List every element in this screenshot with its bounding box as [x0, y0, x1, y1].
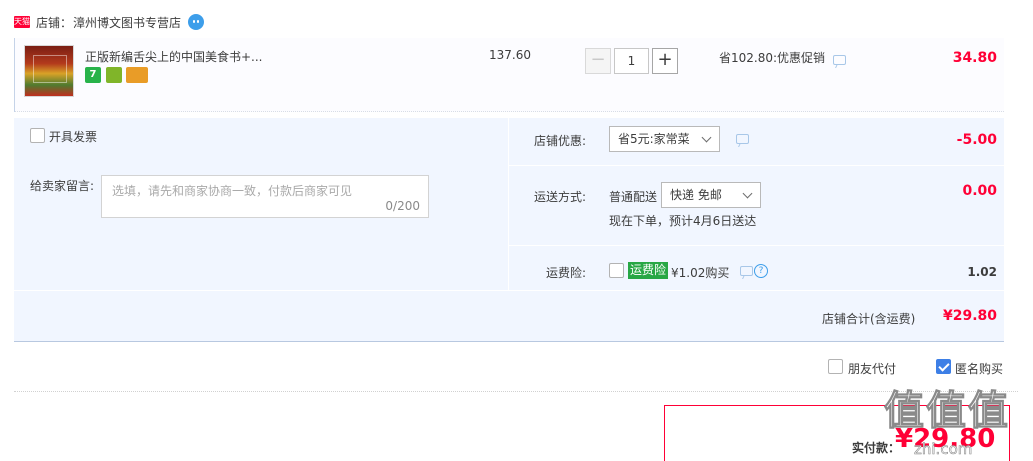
tmall-badge-icon: 天猫 — [14, 16, 30, 28]
product-image[interactable] — [24, 45, 74, 97]
shop-header: 天猫 店铺： 漳州博文图书专营店 — [14, 12, 205, 32]
delivery-eta: 现在下单，预计4月6日送达 — [609, 214, 757, 228]
delivery-type: 普通配送 — [609, 190, 658, 204]
options-row-divider — [14, 290, 1004, 291]
quantity-decrease-button[interactable]: − — [585, 48, 611, 74]
shop-subtotal-label: 店铺合计(含运费) — [822, 312, 916, 326]
promotion-comment-icon[interactable] — [833, 55, 846, 65]
anonymous-purchase-label[interactable]: 匿名购买 — [955, 360, 1003, 377]
delivery-method-label: 运送方式: — [534, 190, 587, 204]
item-total-price: 34.80 — [952, 50, 997, 66]
seller-message-label: 给卖家留言: — [30, 179, 95, 193]
message-char-counter: 0/200 — [385, 199, 420, 213]
discount-comment-icon[interactable] — [736, 134, 749, 144]
options-column-divider — [508, 118, 509, 290]
shop-discount-label: 店铺优惠: — [534, 134, 587, 148]
actual-payment-label: 实付款： — [852, 441, 901, 455]
credit-card-icon — [126, 67, 148, 83]
delivery-method-select[interactable]: 快递 免邮 — [661, 182, 761, 208]
options-row-divider — [508, 165, 1004, 166]
seven-day-return-icon: 7 — [85, 67, 101, 83]
quantity-increase-button[interactable]: + — [652, 48, 678, 74]
anonymous-purchase-checkbox[interactable] — [936, 359, 951, 374]
site-watermark: 值值值 — [884, 388, 1010, 435]
shield-icon — [106, 67, 122, 83]
friend-pay-checkbox[interactable] — [828, 359, 843, 374]
site-watermark-url: zhi.com — [914, 440, 973, 459]
product-title-link[interactable]: 正版新编舌尖上的中国美食书+... — [85, 48, 275, 65]
quantity-input[interactable] — [614, 48, 649, 74]
seller-message-placeholder: 选填，请先和商家协商一致，付款后商家可见 — [112, 184, 353, 198]
options-row-divider — [508, 245, 1004, 246]
section-divider — [14, 391, 1018, 392]
seller-message-input[interactable]: 选填，请先和商家协商一致，付款后商家可见 0/200 — [101, 175, 429, 218]
shop-label: 店铺： — [36, 15, 73, 30]
shop-name-link[interactable]: 漳州博文图书专营店 — [73, 14, 181, 31]
shipping-insurance-label: 运费险: — [546, 266, 587, 280]
invoice-label[interactable]: 开具发票 — [49, 128, 97, 145]
chat-seller-icon[interactable] — [188, 14, 205, 30]
unit-price: 137.60 — [489, 48, 531, 62]
shop-subtotal-amount: ¥29.80 — [942, 308, 997, 324]
shipping-insurance-amount: 1.02 — [967, 265, 997, 279]
insurance-comment-icon[interactable] — [740, 266, 753, 276]
item-row-border — [14, 38, 15, 112]
shop-discount-amount: -5.00 — [956, 132, 997, 148]
shipping-insurance-price: ¥1.02购买 — [671, 266, 730, 280]
delivery-fee: 0.00 — [962, 183, 997, 199]
shipping-insurance-checkbox[interactable] — [609, 263, 624, 278]
shipping-insurance-badge: 运费险 — [628, 262, 669, 279]
help-icon[interactable]: ? — [754, 264, 768, 278]
shop-discount-select[interactable]: 省5元:家常菜 — [609, 126, 720, 152]
friend-pay-label[interactable]: 朋友代付 — [848, 360, 896, 377]
promotion-text: 省102.80:优惠促销 — [719, 51, 826, 65]
order-options-panel — [14, 118, 1004, 342]
invoice-checkbox[interactable] — [30, 128, 45, 143]
